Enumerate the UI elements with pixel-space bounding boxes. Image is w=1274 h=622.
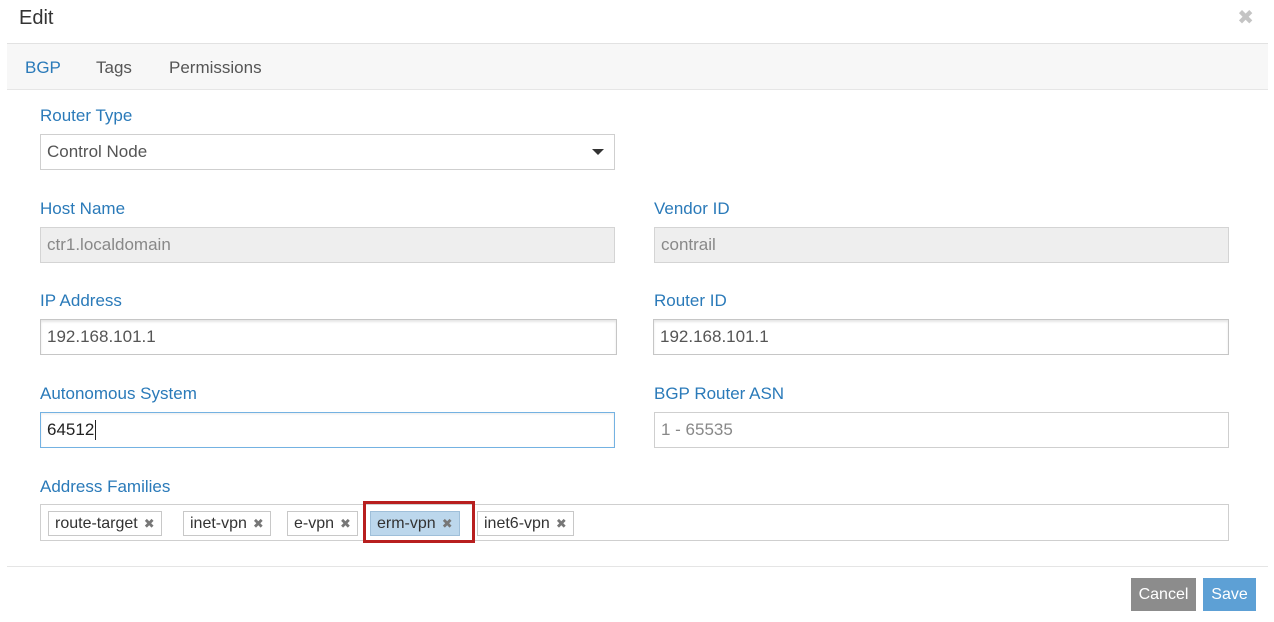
x-icon[interactable]: ✖ [340, 516, 351, 532]
vendor-id-field: contrail [654, 227, 1229, 263]
close-icon[interactable]: ✖ [1237, 8, 1254, 28]
router-type-select[interactable]: Control Node [40, 134, 615, 170]
cancel-button[interactable]: Cancel [1131, 578, 1196, 611]
text-cursor [95, 420, 97, 440]
ip-address-label: IP Address [40, 291, 122, 310]
bgp-router-asn-placeholder: 1 - 65535 [661, 420, 733, 439]
router-type-value: Control Node [47, 142, 148, 161]
host-name-label: Host Name [40, 199, 126, 218]
router-id-value: 192.168.101.1 [660, 327, 769, 346]
ip-address-value: 192.168.101.1 [47, 327, 156, 346]
tab-permissions[interactable]: Permissions [169, 58, 262, 78]
autonomous-system-value: 64512 [47, 420, 95, 439]
address-families-label: Address Families [40, 477, 171, 496]
tab-bgp[interactable]: BGP [25, 58, 61, 78]
chevron-down-icon [592, 149, 604, 155]
autonomous-system-label: Autonomous System [40, 384, 197, 403]
tag-label: inet6-vpn [484, 514, 550, 532]
autonomous-system-field[interactable]: 64512 [40, 412, 615, 448]
vendor-id-value: contrail [661, 235, 716, 254]
tag-route-target: route-target ✖ [48, 511, 162, 536]
save-button[interactable]: Save [1203, 578, 1256, 611]
tab-bar: BGP Tags Permissions [7, 43, 1268, 90]
tag-e-vpn: e-vpn ✖ [287, 511, 358, 536]
bgp-router-asn-label: BGP Router ASN [654, 384, 785, 403]
modal-header: Edit ✖ [0, 0, 1274, 43]
router-id-label: Router ID [654, 291, 727, 310]
tab-tags[interactable]: Tags [96, 58, 132, 78]
tag-inet6-vpn: inet6-vpn ✖ [477, 511, 574, 536]
router-id-field[interactable]: 192.168.101.1 [653, 319, 1229, 355]
host-name-value: ctr1.localdomain [47, 235, 171, 254]
highlight-annotation [363, 501, 475, 543]
ip-address-field[interactable]: 192.168.101.1 [40, 319, 617, 355]
router-type-label: Router Type [40, 106, 133, 125]
x-icon[interactable]: ✖ [556, 516, 567, 532]
tag-label: e-vpn [294, 514, 335, 532]
x-icon[interactable]: ✖ [144, 516, 155, 532]
tag-inet-vpn: inet-vpn ✖ [183, 511, 271, 536]
address-families-input[interactable]: route-target ✖ inet-vpn ✖ e-vpn ✖ erm-vp… [40, 504, 1229, 541]
footer-divider [7, 566, 1268, 567]
x-icon[interactable]: ✖ [253, 516, 264, 532]
bgp-router-asn-field[interactable]: 1 - 65535 [654, 412, 1229, 448]
tag-label: inet-vpn [190, 514, 247, 532]
vendor-id-label: Vendor ID [654, 199, 730, 218]
modal-title: Edit [19, 7, 54, 29]
tag-label: route-target [55, 514, 138, 532]
host-name-field: ctr1.localdomain [40, 227, 615, 263]
